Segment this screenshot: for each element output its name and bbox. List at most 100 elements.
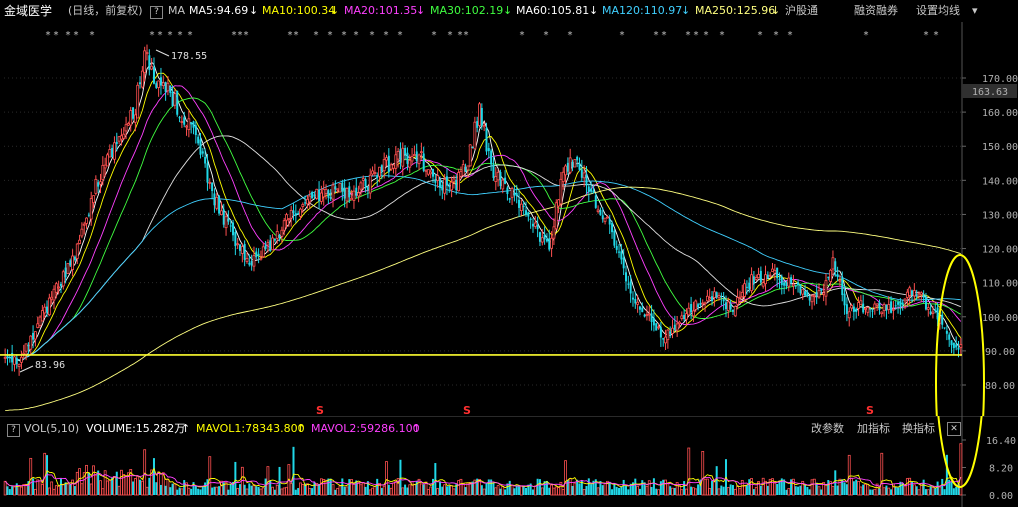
event-marker[interactable]: * [178,30,183,41]
candle-body [650,313,653,322]
event-marker[interactable]: * [150,30,155,41]
event-marker[interactable]: * [620,30,625,41]
candle-body [864,307,867,310]
volume-bar [510,484,514,496]
event-marker[interactable]: * [458,30,463,41]
help-icon[interactable]: ? [150,5,163,19]
candle-body [647,313,651,316]
event-marker[interactable]: * [294,30,299,41]
event-marker[interactable]: * [924,30,929,41]
volume-bars [3,443,963,496]
event-marker[interactable]: * [758,30,763,41]
volume-bar [804,485,807,495]
ma30-value: MA30:102.19 [430,4,504,17]
period-label[interactable]: (日线，前复权) [68,0,143,22]
ma250-line [5,186,961,412]
volume-bar [880,452,884,496]
volume-bar [178,487,181,495]
candle-body [611,223,614,233]
volume-bar [838,478,842,496]
event-marker[interactable]: * [354,30,359,41]
event-marker[interactable]: * [774,30,779,41]
volume-bar [227,489,230,495]
set-ma-button[interactable]: 设置均线 [916,0,960,22]
candle-body [250,260,253,266]
event-marker[interactable]: * [432,30,437,41]
event-marker[interactable]: * [90,30,95,41]
volume-bar [492,483,495,495]
event-marker[interactable]: * [46,30,51,41]
volume-bar [364,486,367,495]
event-marker[interactable]: * [54,30,59,41]
chevron-down-icon[interactable]: ▾ [972,0,978,22]
event-marker[interactable]: * [694,30,699,41]
candle-body [708,297,712,300]
event-marker[interactable]: * [238,30,243,41]
event-marker[interactable]: * [864,30,869,41]
volume-bar [717,488,721,496]
candle-body [199,139,202,155]
volume-bar [885,485,888,495]
volume-bar [797,486,800,495]
high-price-label: 178.55 [171,51,207,62]
event-marker[interactable]: * [66,30,71,41]
candle-body [40,310,44,322]
event-marker[interactable]: * [384,30,389,41]
volume-bar [99,480,102,496]
volume-bar [292,446,295,495]
event-marker[interactable]: * [328,30,333,41]
event-marker[interactable]: * [168,30,173,41]
candle-body [673,324,676,330]
event-marker[interactable]: * [158,30,163,41]
candle-body [540,237,544,243]
candle-body [550,237,553,249]
event-marker[interactable]: * [188,30,193,41]
volume-bar [33,488,37,496]
volume-bar [494,487,498,496]
event-marker[interactable]: * [654,30,659,41]
candle-body [275,231,279,239]
volume-bar [392,482,395,496]
event-marker[interactable]: * [244,30,249,41]
event-marker[interactable]: * [520,30,525,41]
candle-body [117,136,121,142]
event-marker[interactable]: * [788,30,793,41]
volume-bar [636,485,640,496]
event-marker[interactable]: * [288,30,293,41]
volume-bar [752,489,755,495]
volume-bar [611,489,614,495]
event-marker[interactable]: * [398,30,403,41]
volume-bar [445,486,448,495]
hk-connect-button[interactable]: 沪股通 [785,0,818,22]
event-marker[interactable]: * [232,30,237,41]
event-marker[interactable]: * [448,30,453,41]
volume-bar [817,486,821,496]
candles [3,44,963,376]
event-marker[interactable]: * [544,30,549,41]
volume-bar [387,484,390,495]
event-marker[interactable]: * [464,30,469,41]
event-marker[interactable]: * [720,30,725,41]
event-marker[interactable]: * [74,30,79,41]
event-marker[interactable]: * [704,30,709,41]
price-chart[interactable]: 170.00 160.00 150.00 140.00 130.00 120.00 110.… [0,22,1018,416]
volume-bar [311,488,314,495]
volume-bar [308,488,312,496]
event-marker[interactable]: * [662,30,667,41]
volume-bar [229,484,232,495]
volume-chart[interactable]: 16.40 8.20 0.00 [0,416,1018,507]
event-marker[interactable]: * [568,30,573,41]
event-marker[interactable]: * [342,30,347,41]
event-marker[interactable]: * [686,30,691,41]
event-marker[interactable]: * [314,30,319,41]
volume-bar [299,482,302,496]
event-marker[interactable]: * [370,30,375,41]
candle-body [410,156,414,162]
candle-body [97,182,100,187]
volume-bar [8,489,11,495]
price-tick-label: 80.00 [985,381,1015,392]
event-marker[interactable]: * [934,30,939,41]
candle-body [715,292,718,298]
candle-body [129,110,133,126]
margin-trading-button[interactable]: 融资融券 [854,0,898,22]
